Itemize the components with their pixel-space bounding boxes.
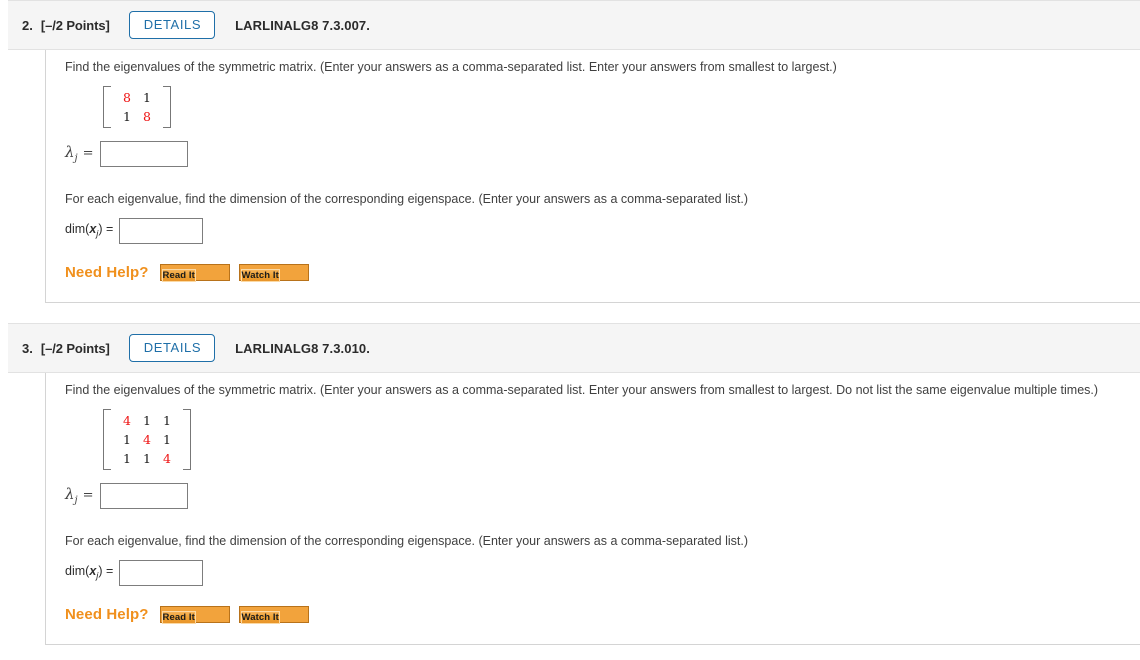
need-help-section: Need Help? Read It Watch It [65, 263, 1140, 302]
dimension-label: dim(xj) = [65, 564, 114, 582]
matrix-cell: 1 [123, 108, 131, 124]
dimension-answer-row: dim(xj) = [65, 559, 1140, 586]
details-button[interactable]: DETAILS [128, 10, 216, 40]
equals-sign: = [82, 488, 94, 504]
matrix-cells: 8 1 1 8 [111, 86, 163, 128]
matrix-cell: 1 [143, 412, 151, 428]
matrix-cell: 4 [143, 431, 151, 447]
matrix-bracket-left [103, 408, 111, 470]
eigenvalue-answer-row: λj = [65, 140, 1140, 167]
read-it-button[interactable]: Read It [159, 263, 230, 282]
dimension-input[interactable] [119, 217, 204, 244]
watch-it-button[interactable]: Watch It [238, 263, 309, 282]
matrix-cell: 1 [143, 89, 151, 105]
need-help-section: Need Help? Read It Watch It [65, 605, 1140, 644]
matrix-cell: 1 [143, 450, 151, 466]
matrix-bracket-left [103, 85, 111, 128]
question-points: [–/2 Points] [40, 340, 110, 356]
eigenvalue-input[interactable] [99, 140, 188, 167]
question-body-2: Find the eigenvalues of the symmetric ma… [45, 50, 1140, 303]
read-it-label: Read It [161, 268, 196, 282]
question-prompt-eigenspace: For each eigenvalue, find the dimension … [65, 533, 749, 548]
question-prompt-eigenvalues: Find the eigenvalues of the symmetric ma… [65, 60, 837, 74]
matrix-cell: 4 [163, 450, 171, 466]
question-code: LARLINALG8 7.3.010. [235, 340, 370, 356]
question-code: LARLINALG8 7.3.007. [235, 17, 370, 33]
assignment-page: 2. [–/2 Points] DETAILS LARLINALG8 7.3.0… [0, 0, 1140, 660]
matrix-cell: 1 [163, 431, 171, 447]
dimension-input[interactable] [119, 559, 204, 586]
eigenvalue-answer-row: λj = [65, 482, 1140, 509]
details-button[interactable]: DETAILS [128, 333, 216, 363]
watch-it-label: Watch It [240, 268, 280, 282]
lambda-label: λj [65, 143, 78, 165]
matrix-bracket-right [163, 85, 171, 128]
dimension-answer-row: dim(xj) = [65, 217, 1140, 244]
question-number: 3. [22, 340, 33, 356]
question-header-3: 3. [–/2 Points] DETAILS LARLINALG8 7.3.0… [8, 323, 1140, 373]
read-it-label: Read It [161, 610, 196, 624]
matrix-cell: 1 [123, 450, 131, 466]
matrix-cells: 4 1 1 1 4 1 1 1 4 [111, 409, 183, 470]
question-number: 2. [22, 17, 33, 33]
read-it-button[interactable]: Read It [159, 605, 230, 624]
watch-it-label: Watch It [240, 610, 280, 624]
question-card-2: 2. [–/2 Points] DETAILS LARLINALG8 7.3.0… [8, 0, 1140, 303]
equals-sign: = [82, 146, 94, 162]
matrix-cell: 8 [123, 89, 131, 105]
matrix-cell: 1 [123, 431, 131, 447]
watch-it-button[interactable]: Watch It [238, 605, 309, 624]
question-header-2: 2. [–/2 Points] DETAILS LARLINALG8 7.3.0… [8, 0, 1140, 50]
question-card-3: 3. [–/2 Points] DETAILS LARLINALG8 7.3.0… [8, 323, 1140, 645]
question-prompt-eigenspace: For each eigenvalue, find the dimension … [65, 191, 749, 206]
question-points: [–/2 Points] [40, 17, 110, 33]
question-body-3: Find the eigenvalues of the symmetric ma… [45, 373, 1140, 645]
eigenvalue-input[interactable] [99, 482, 188, 509]
need-help-label: Need Help? [65, 263, 149, 281]
matrix-3x3: 4 1 1 1 4 1 1 1 4 [103, 408, 191, 470]
need-help-label: Need Help? [65, 605, 149, 623]
dimension-label: dim(xj) = [65, 222, 114, 240]
matrix-cell: 1 [163, 412, 171, 428]
lambda-label: λj [65, 485, 78, 507]
matrix-bracket-right [183, 408, 191, 470]
matrix-cell: 8 [143, 108, 151, 124]
matrix-2x2: 8 1 1 8 [103, 85, 171, 128]
question-prompt-eigenvalues: Find the eigenvalues of the symmetric ma… [65, 383, 1099, 397]
matrix-cell: 4 [123, 412, 131, 428]
